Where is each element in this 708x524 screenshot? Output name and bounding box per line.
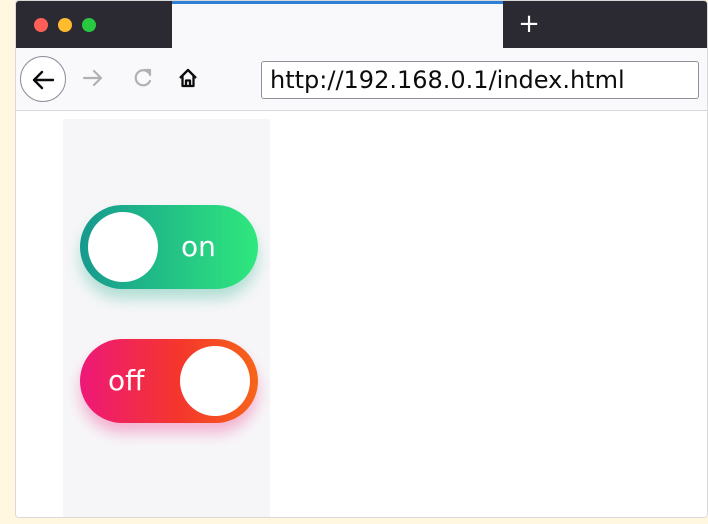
- arrow-right-icon: [82, 69, 103, 87]
- window-minimize-button[interactable]: [58, 18, 72, 32]
- address-bar[interactable]: http://192.168.0.1/index.html: [261, 61, 699, 99]
- toggle-knob[interactable]: [180, 346, 250, 416]
- window-zoom-button[interactable]: [82, 18, 96, 32]
- off-toggle-switch[interactable]: off: [80, 339, 258, 423]
- back-button[interactable]: [20, 56, 66, 102]
- on-toggle-switch[interactable]: on: [80, 205, 258, 289]
- toggle-knob[interactable]: [88, 212, 158, 282]
- active-tab[interactable]: [172, 1, 503, 48]
- home-button[interactable]: [173, 63, 203, 93]
- toggle-panel: on off: [63, 119, 270, 517]
- toggle-label-off: off: [108, 364, 145, 397]
- home-icon: [179, 68, 197, 88]
- toggle-label-on: on: [181, 230, 216, 263]
- navigation-toolbar: http://192.168.0.1/index.html: [16, 48, 707, 111]
- browser-window: + http://192.168.0.1/index.html on off: [15, 0, 708, 518]
- forward-button[interactable]: [78, 63, 108, 93]
- new-tab-button[interactable]: +: [514, 7, 544, 41]
- reload-button[interactable]: [128, 63, 158, 93]
- window-controls: [34, 18, 96, 32]
- reload-icon: [134, 68, 152, 87]
- page-content: on off: [16, 111, 707, 517]
- tab-strip: +: [16, 1, 707, 48]
- arrow-left-icon: [32, 70, 55, 90]
- window-close-button[interactable]: [34, 18, 48, 32]
